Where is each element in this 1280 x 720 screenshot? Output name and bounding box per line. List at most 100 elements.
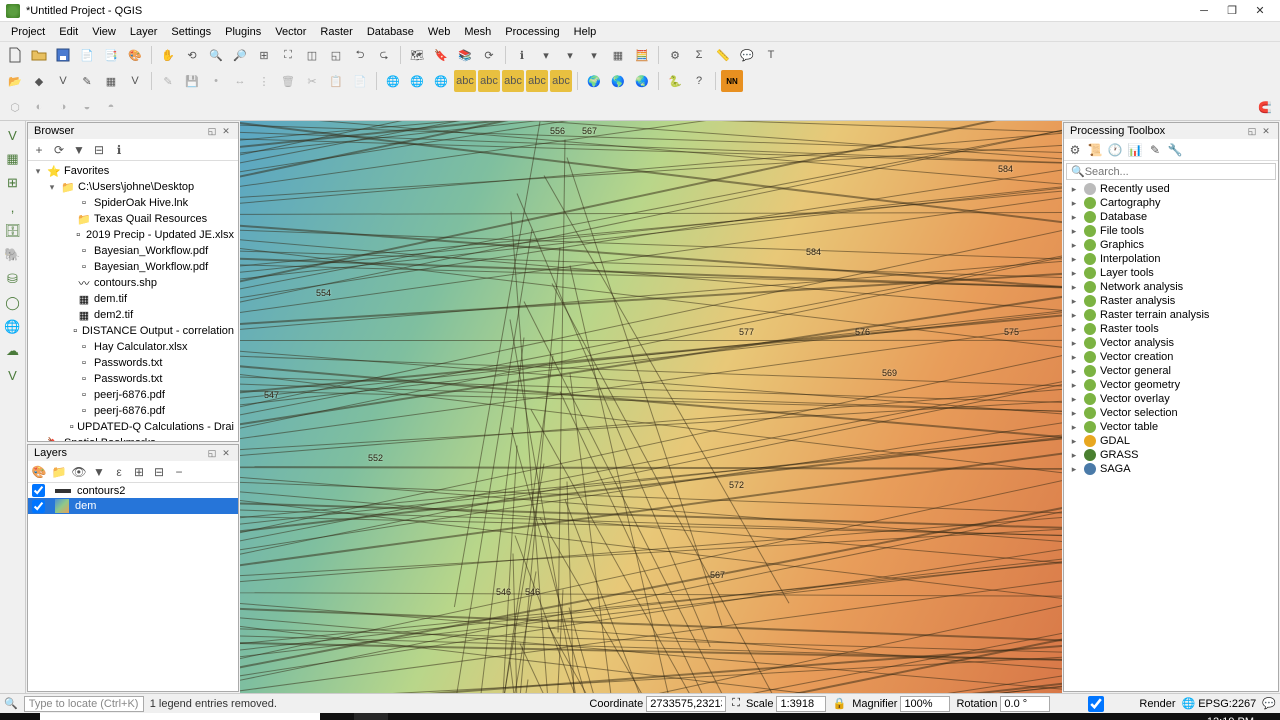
crs-button[interactable]: 🌐 EPSG:2267 [1182, 697, 1257, 710]
annotation-button[interactable]: T [760, 44, 782, 66]
toolbox-results-button[interactable]: 📊 [1126, 141, 1144, 159]
add-mssql-button[interactable]: ⛁ [3, 269, 23, 289]
toolbox-group[interactable]: ▸Raster terrain analysis [1064, 308, 1278, 322]
layer-style-button[interactable]: 🎨 [30, 463, 48, 481]
toolbox-tree[interactable]: ▸Recently used▸Cartography▸Database▸File… [1064, 182, 1278, 691]
toolbox-group[interactable]: ▸Interpolation [1064, 252, 1278, 266]
snap-button[interactable]: 🧲 [1254, 96, 1276, 118]
menu-plugins[interactable]: Plugins [218, 24, 268, 40]
save-project-button[interactable] [52, 44, 74, 66]
map-canvas[interactable]: 5475545525465465565675675725775845765695… [240, 121, 1062, 693]
plugin-button-1[interactable]: 🌐 [382, 70, 404, 92]
browser-item[interactable]: ▫2019 Precip - Updated JE.xlsx [30, 227, 236, 243]
toolbox-group[interactable]: ▸Vector creation [1064, 350, 1278, 364]
cortana-icon[interactable]: ○ [320, 713, 354, 720]
zoom-in-button[interactable]: 🔍 [205, 44, 227, 66]
messages-icon[interactable]: 💬 [1262, 697, 1276, 710]
add-wms-button[interactable]: 🌐 [3, 317, 23, 337]
toolbox-group[interactable]: ▸Vector analysis [1064, 336, 1278, 350]
plugin-button-6[interactable]: abc [502, 70, 524, 92]
plugin-button-3[interactable]: 🌐 [430, 70, 452, 92]
browser-item[interactable]: 📁Texas Quail Resources [30, 211, 236, 227]
toolbox-group[interactable]: ▸Cartography [1064, 196, 1278, 210]
identify-button[interactable]: ℹ [511, 44, 533, 66]
add-vector-button[interactable]: V [3, 125, 23, 145]
task-icon-4[interactable]: ▦ [660, 713, 694, 720]
layers-list[interactable]: contours2dem [28, 483, 238, 691]
toolbox-button[interactable]: ⚙ [664, 44, 686, 66]
layer-filter[interactable]: ▼ [90, 463, 108, 481]
layer-collapse[interactable]: ⊟ [150, 463, 168, 481]
toolbox-group[interactable]: ▸Vector overlay [1064, 392, 1278, 406]
statistics-button[interactable]: Σ [688, 44, 710, 66]
coord-input[interactable] [646, 696, 726, 712]
add-wcs-button[interactable]: ☁ [3, 341, 23, 361]
lock-scale-icon[interactable]: 🔒 [832, 697, 846, 710]
menu-raster[interactable]: Raster [313, 24, 359, 40]
select-dropdown[interactable]: ▾ [559, 44, 581, 66]
layers-float-button[interactable]: ◱ [206, 447, 218, 459]
menu-view[interactable]: View [85, 24, 123, 40]
plugin-button-4[interactable]: abc [454, 70, 476, 92]
windows-search[interactable]: 🔍 Type here to search [40, 713, 320, 720]
add-csv-button[interactable]: , [3, 197, 23, 217]
toolbox-search[interactable]: 🔍 [1066, 163, 1276, 180]
python-button[interactable]: 🐍 [664, 70, 686, 92]
field-calculator-button[interactable]: 🧮 [631, 44, 653, 66]
toolbox-group[interactable]: ▸GDAL [1064, 434, 1278, 448]
globe-button-2[interactable]: 🌎 [607, 70, 629, 92]
plugin-button-8[interactable]: abc [550, 70, 572, 92]
browser-item[interactable]: ▫Hay Calculator.xlsx [30, 339, 236, 355]
toolbox-edit-button[interactable]: ✎ [1146, 141, 1164, 159]
zoom-next-button[interactable]: ⮎ [373, 44, 395, 66]
open-datasource-button[interactable]: 📂 [4, 70, 26, 92]
plugin-button-7[interactable]: abc [526, 70, 548, 92]
toolbox-group[interactable]: ▸Raster tools [1064, 322, 1278, 336]
new-spatialite-button[interactable]: ✎ [76, 70, 98, 92]
filter-browser-button[interactable]: ▼ [70, 141, 88, 159]
close-button[interactable]: ✕ [1246, 0, 1274, 22]
browser-item[interactable]: ▫Bayesian_Workflow.pdf [30, 259, 236, 275]
browser-close-button[interactable]: ✕ [220, 125, 232, 137]
map-tips-button[interactable]: 💬 [736, 44, 758, 66]
add-raster-button[interactable]: ▦ [3, 149, 23, 169]
globe-button-1[interactable]: 🌍 [583, 70, 605, 92]
browser-item[interactable]: ▫peerj-6876.pdf [30, 387, 236, 403]
browser-item[interactable]: ▫peerj-6876.pdf [30, 403, 236, 419]
render-checkbox[interactable] [1056, 696, 1136, 712]
toolbox-script-button[interactable]: 📜 [1086, 141, 1104, 159]
extents-icon[interactable]: ⛶ [732, 697, 740, 710]
acrobat-icon[interactable]: A [524, 713, 558, 720]
minimize-button[interactable]: ─ [1190, 0, 1218, 22]
browser-item[interactable]: ▾⭐Favorites [30, 163, 236, 179]
plugin-button-5[interactable]: abc [478, 70, 500, 92]
browser-item[interactable]: ▫Passwords.txt [30, 355, 236, 371]
pan-to-selection-button[interactable]: ⟲ [181, 44, 203, 66]
browser-float-button[interactable]: ◱ [206, 125, 218, 137]
new-virtual-button[interactable]: ▦ [100, 70, 122, 92]
zoom-selection-button[interactable]: ◫ [301, 44, 323, 66]
menu-vector[interactable]: Vector [268, 24, 313, 40]
layout-manager-button[interactable]: 📑 [100, 44, 122, 66]
measure-button[interactable]: 📏 [712, 44, 734, 66]
toolbox-group[interactable]: ▸Raster analysis [1064, 294, 1278, 308]
browser-item[interactable]: ▫Passwords.txt [30, 371, 236, 387]
toolbox-group[interactable]: ▸Vector selection [1064, 406, 1278, 420]
zoom-full-button[interactable]: ⛶ [277, 44, 299, 66]
toolbox-group[interactable]: ▸File tools [1064, 224, 1278, 238]
browser-tree[interactable]: ▾⭐Favorites▾📁C:\Users\johne\Desktop▫Spid… [28, 161, 238, 441]
browser-item[interactable]: ▸🔖Spatial Bookmarks [30, 435, 236, 441]
maximize-button[interactable]: ❐ [1218, 0, 1246, 22]
bookmarks-button[interactable]: 📚 [454, 44, 476, 66]
menu-processing[interactable]: Processing [498, 24, 566, 40]
toolbox-group[interactable]: ▸SAGA [1064, 462, 1278, 476]
locator-input[interactable]: Type to locate (Ctrl+K) [24, 696, 144, 712]
toolbox-close-button[interactable]: ✕ [1260, 125, 1272, 137]
magnifier-input[interactable] [900, 696, 950, 712]
scale-input[interactable] [776, 696, 826, 712]
layer-row[interactable]: dem [28, 498, 238, 514]
layer-remove[interactable]: − [170, 463, 188, 481]
layer-checkbox[interactable] [32, 500, 45, 513]
start-button[interactable] [0, 713, 40, 720]
browser-item[interactable]: ▫DISTANCE Output - correlation [30, 323, 236, 339]
